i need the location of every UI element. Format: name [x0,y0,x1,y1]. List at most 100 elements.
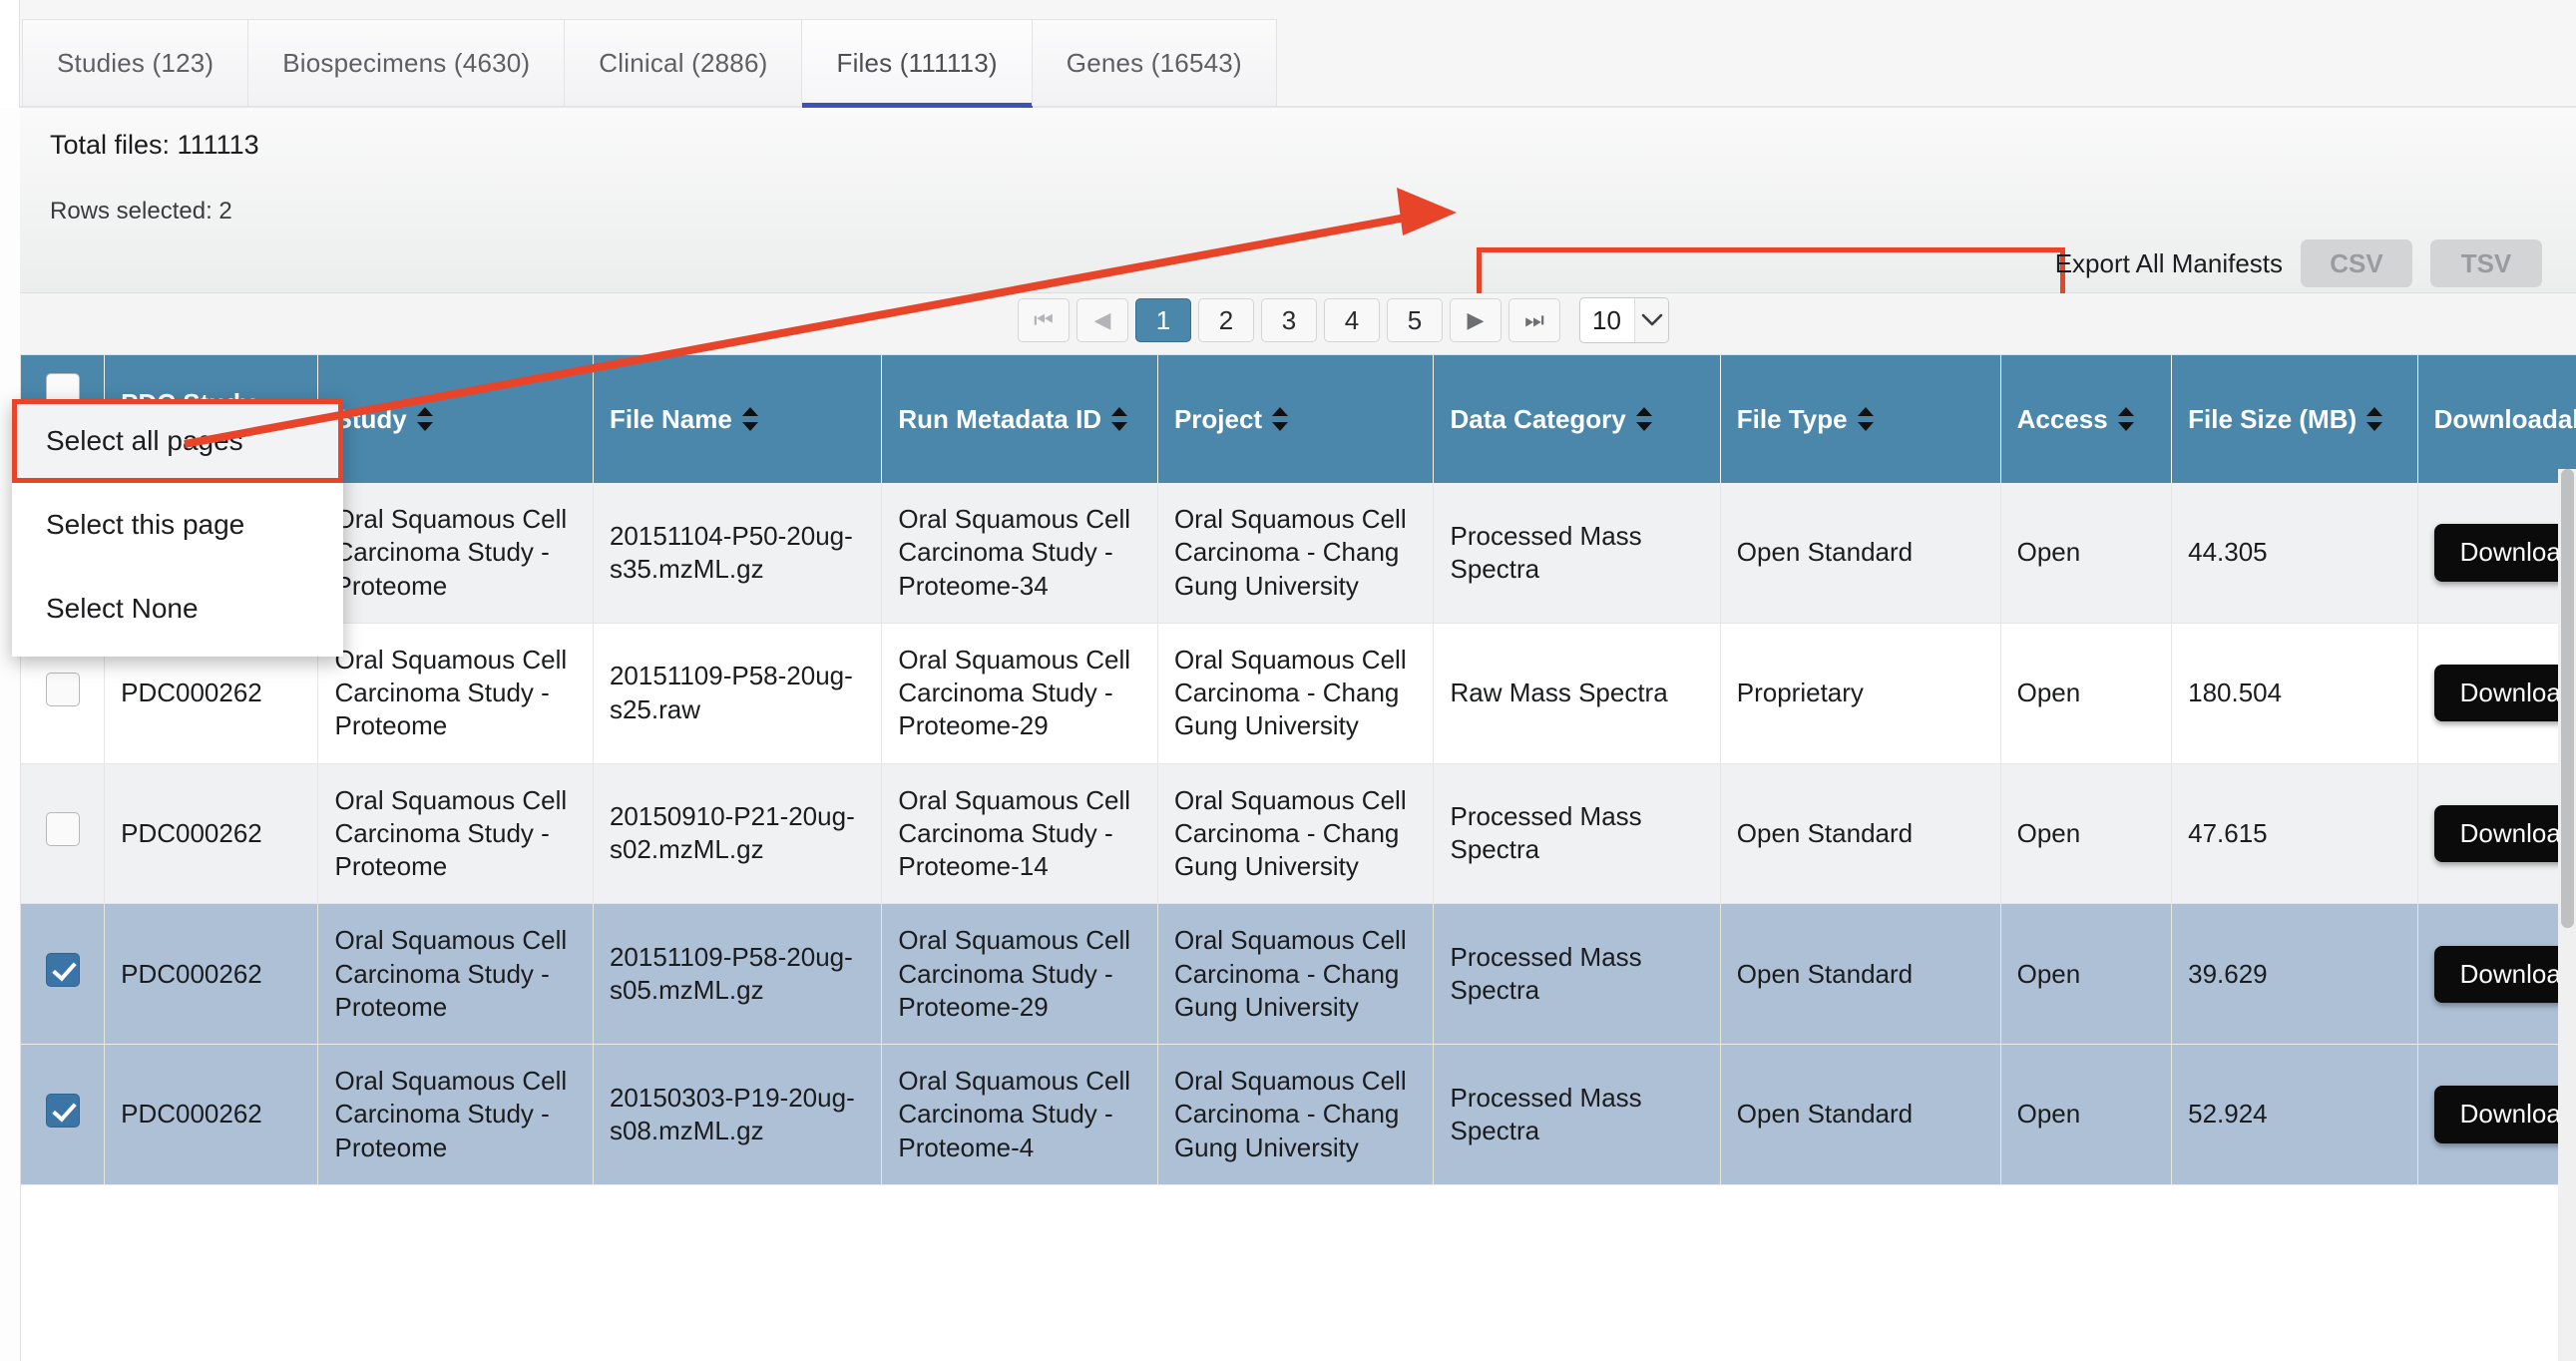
table-row[interactable]: PDC000262 Oral Squamous Cell Carcinoma S… [21,904,2576,1045]
cell-downloadable[interactable]: Download [2417,1045,2576,1185]
column-header-access[interactable]: Access [2000,355,2172,483]
column-label: File Size (MB) [2188,404,2357,435]
row-checkbox-cell[interactable] [21,1045,105,1185]
total-files-label: Total files: 111113 [50,130,259,161]
cell-file-type: Open Standard [1720,763,2000,904]
tab-clinical[interactable]: Clinical (2886) [564,19,802,106]
column-header-file-name[interactable]: File Name [593,355,881,483]
cell-access: Open [2000,483,2172,623]
tabbar-left-edge [0,0,20,108]
next-page-button[interactable]: ▶ [1450,298,1502,342]
first-page-button[interactable]: ⏮ [1018,298,1070,342]
cell-study: Oral Squamous Cell Carcinoma Study - Pro… [318,1045,593,1185]
download-button[interactable]: Download [2434,524,2576,581]
tab-studies[interactable]: Studies (123) [22,19,248,106]
last-page-button[interactable]: ⏭ [1508,298,1560,342]
files-table-body: PDC000262 Oral Squamous Cell Carcinoma S… [21,483,2576,1184]
chevron-down-icon [1634,298,1668,342]
cell-study: Oral Squamous Cell Carcinoma Study - Pro… [318,483,593,623]
page-button-2[interactable]: 2 [1198,298,1254,342]
cell-run-metadata-id: Oral Squamous Cell Carcinoma Study - Pro… [882,904,1158,1045]
row-checkbox-cell[interactable] [21,763,105,904]
cell-run-metadata-id: Oral Squamous Cell Carcinoma Study - Pro… [882,1045,1158,1185]
previous-page-button[interactable]: ◀ [1076,298,1128,342]
menu-item-select-none[interactable]: Select None [12,567,343,651]
cell-pdc-study-id: PDC000262 [105,1045,318,1185]
table-row[interactable]: PDC000262 Oral Squamous Cell Carcinoma S… [21,483,2576,623]
column-header-downloadable[interactable]: Downloadable [2417,355,2576,483]
row-checkbox-cell[interactable] [21,904,105,1045]
menu-item-select-this-page[interactable]: Select this page [12,483,343,567]
pagination-controls: ⏮ ◀ 1 2 3 4 5 ▶ ⏭ 10 [1018,297,1669,343]
cell-run-metadata-id: Oral Squamous Cell Carcinoma Study - Pro… [882,483,1158,623]
select-rows-dropdown-menu[interactable]: Select all pages Select this page Select… [12,399,343,657]
page-size-select[interactable]: 10 [1579,297,1669,343]
row-checkbox[interactable] [46,673,80,706]
row-checkbox[interactable] [46,953,80,987]
column-header-study[interactable]: Study [318,355,593,483]
cell-project: Oral Squamous Cell Carcinoma - Chang Gun… [1157,623,1434,763]
cell-data-category: Raw Mass Spectra [1434,623,1720,763]
cell-file-size: 52.924 [2172,1045,2418,1185]
table-row[interactable]: PDC000262 Oral Squamous Cell Carcinoma S… [21,623,2576,763]
row-checkbox[interactable] [46,1094,80,1128]
table-vertical-scrollbar[interactable] [2558,469,2576,1361]
cell-downloadable[interactable]: Download [2417,904,2576,1045]
cell-access: Open [2000,1045,2172,1185]
row-checkbox[interactable] [46,812,80,846]
column-header-data-category[interactable]: Data Category [1434,355,1720,483]
cell-file-type: Open Standard [1720,483,2000,623]
column-header-file-size[interactable]: File Size (MB) [2172,355,2418,483]
cell-study: Oral Squamous Cell Carcinoma Study - Pro… [318,763,593,904]
main-tabbar: Studies (123) Biospecimens (4630) Clinic… [0,0,2576,108]
download-button[interactable]: Download [2434,1086,2576,1142]
column-label: Data Category [1450,404,1625,435]
sort-icon[interactable] [1858,405,1874,433]
tab-genes[interactable]: Genes (16543) [1032,19,1277,106]
sort-icon[interactable] [2118,405,2134,433]
column-label: File Name [610,404,732,435]
column-header-file-type[interactable]: File Type [1720,355,2000,483]
cell-run-metadata-id: Oral Squamous Cell Carcinoma Study - Pro… [882,623,1158,763]
sort-icon[interactable] [1636,405,1652,433]
column-header-project[interactable]: Project [1157,355,1434,483]
page-button-5[interactable]: 5 [1387,298,1443,342]
tab-biospecimens[interactable]: Biospecimens (4630) [247,19,565,106]
download-button[interactable]: Download [2434,665,2576,721]
cell-downloadable[interactable]: Download [2417,623,2576,763]
cell-file-name: 20151109-P58-20ug-s05.mzML.gz [593,904,881,1045]
cell-access: Open [2000,623,2172,763]
cell-access: Open [2000,763,2172,904]
cell-project: Oral Squamous Cell Carcinoma - Chang Gun… [1157,763,1434,904]
column-header-run-metadata-id[interactable]: Run Metadata ID [882,355,1158,483]
table-row[interactable]: PDC000262 Oral Squamous Cell Carcinoma S… [21,1045,2576,1185]
cell-downloadable[interactable]: Download [2417,763,2576,904]
tab-files[interactable]: Files (111113) [801,19,1032,106]
export-all-manifests-tsv-button[interactable]: TSV [2430,239,2542,287]
column-label: Project [1174,404,1262,435]
sort-icon[interactable] [1272,405,1288,433]
sort-icon[interactable] [742,405,758,433]
rows-selected-label: Rows selected: 2 [50,198,232,226]
page-button-1[interactable]: 1 [1135,298,1191,342]
download-button[interactable]: Download [2434,805,2576,862]
page-button-4[interactable]: 4 [1324,298,1380,342]
cell-file-name: 20150303-P19-20ug-s08.mzML.gz [593,1045,881,1185]
files-toolbar: Total files: 111113 Rows selected: 2 Exp… [20,108,2576,293]
column-label: Study [334,404,406,435]
sort-icon[interactable] [2366,405,2382,433]
cell-file-size: 180.504 [2172,623,2418,763]
export-all-manifests-csv-button[interactable]: CSV [2301,239,2412,287]
table-row[interactable]: PDC000262 Oral Squamous Cell Carcinoma S… [21,763,2576,904]
page-button-3[interactable]: 3 [1261,298,1317,342]
cell-file-type: Open Standard [1720,1045,2000,1185]
sort-icon[interactable] [1111,405,1127,433]
menu-item-select-all-pages[interactable]: Select all pages [12,399,343,483]
sort-icon[interactable] [417,405,433,433]
cell-downloadable[interactable]: Download [2417,483,2576,623]
cell-file-type: Proprietary [1720,623,2000,763]
export-all-manifests-group: Export All Manifests CSV TSV [2055,239,2542,287]
download-button[interactable]: Download [2434,946,2576,1003]
files-table-container[interactable]: PDC Study ID Study File Name Run Metadat… [20,355,2576,1361]
scrollbar-thumb[interactable] [2561,469,2574,928]
